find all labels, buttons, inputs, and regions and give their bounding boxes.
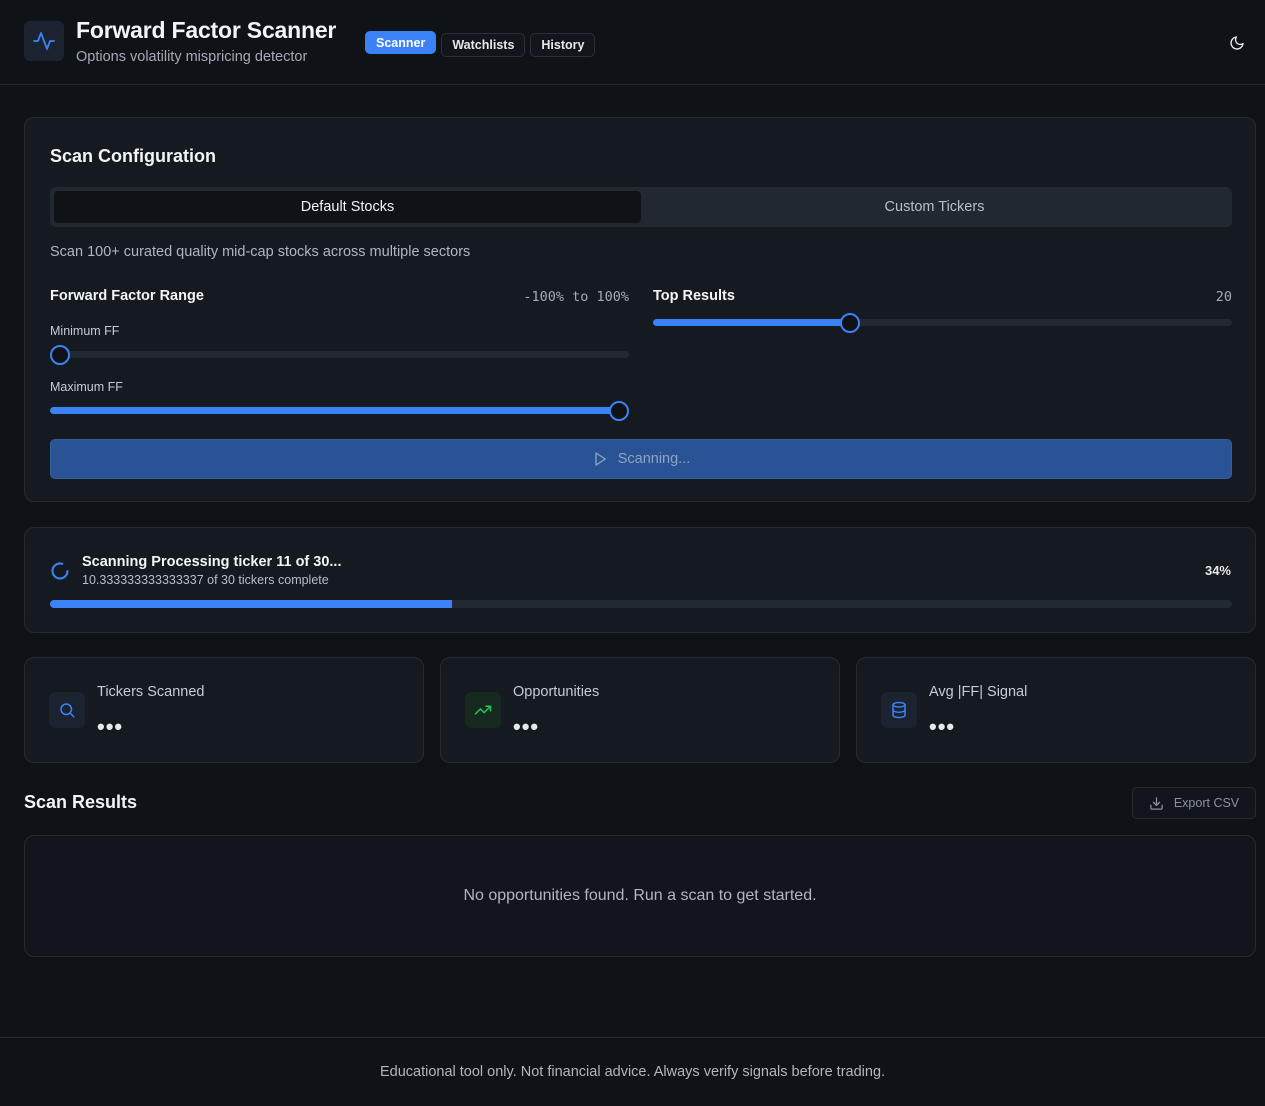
results-title: Scan Results (24, 792, 138, 812)
app-title: Forward Factor Scanner (76, 17, 337, 43)
config-title: Scan Configuration (50, 146, 216, 166)
trending-up-icon (465, 692, 501, 728)
stock-source-tabs: Default Stocks Custom Tickers (50, 187, 1232, 227)
nav-tab-history[interactable]: History (530, 33, 596, 57)
results-panel: No opportunities found. Run a scan to ge… (24, 835, 1256, 957)
top-results-slider[interactable] (653, 312, 1232, 334)
stat-value: ••• (929, 714, 956, 739)
main-nav: Scanner Watchlists History (365, 31, 596, 57)
stat-label: Opportunities (513, 684, 600, 700)
config-description: Scan 100+ curated quality mid-cap stocks… (50, 244, 471, 260)
top-results-label: Top Results (653, 288, 735, 304)
ff-range-label: Forward Factor Range (50, 288, 204, 304)
max-ff-label: Maximum FF (50, 380, 123, 394)
app-header: Forward Factor Scanner Options volatilit… (0, 0, 1265, 85)
slider-fill (653, 319, 850, 326)
tab-default-stocks[interactable]: Default Stocks (54, 191, 641, 223)
search-icon (49, 692, 85, 728)
slider-fill (50, 407, 619, 414)
progress-bar (50, 600, 1232, 608)
stat-label: Avg |FF| Signal (929, 684, 1028, 700)
stat-card-tickers-scanned: Tickers Scanned ••• (24, 657, 424, 763)
scan-button-label: Scanning... (617, 451, 691, 467)
nav-tab-scanner[interactable]: Scanner (365, 31, 437, 54)
max-ff-slider-thumb[interactable] (609, 401, 629, 421)
slider-track (50, 351, 629, 358)
empty-results-message: No opportunities found. Run a scan to ge… (463, 887, 817, 904)
stat-value: ••• (513, 714, 540, 739)
footer-disclaimer: Educational tool only. Not financial adv… (379, 1064, 886, 1080)
scan-button[interactable]: Scanning... (50, 439, 1232, 479)
tab-custom-tickers[interactable]: Custom Tickers (641, 191, 1228, 223)
nav-tab-watchlists[interactable]: Watchlists (441, 33, 526, 57)
progress-fill (50, 600, 452, 608)
scan-configuration-card: Scan Configuration Default Stocks Custom… (24, 117, 1256, 502)
min-ff-slider[interactable] (50, 344, 629, 366)
min-ff-slider-thumb[interactable] (50, 345, 70, 365)
stat-card-opportunities: Opportunities ••• (440, 657, 840, 763)
ff-range-value: -100% to 100% (523, 289, 629, 305)
progress-percent: 34% (1204, 563, 1231, 578)
app-subtitle: Options volatility mispricing detector (76, 49, 308, 65)
footer: Educational tool only. Not financial adv… (0, 1037, 1265, 1106)
min-ff-label: Minimum FF (50, 324, 120, 338)
top-results-slider-thumb[interactable] (840, 313, 860, 333)
spinner-icon (51, 562, 69, 580)
stat-value: ••• (97, 714, 124, 739)
max-ff-slider[interactable] (50, 400, 629, 422)
export-csv-label: Export CSV (1173, 796, 1240, 810)
activity-icon (24, 21, 64, 61)
stat-label: Tickers Scanned (97, 684, 205, 700)
progress-title: Scanning Processing ticker 11 of 30... (82, 554, 342, 570)
top-results-value: 20 (1215, 289, 1232, 305)
theme-toggle-button[interactable] (1226, 32, 1248, 54)
download-icon (1150, 796, 1163, 810)
database-icon (881, 692, 917, 728)
export-csv-button[interactable]: Export CSV (1132, 787, 1256, 819)
scan-progress-card: Scanning Processing ticker 11 of 30... 1… (24, 527, 1256, 633)
moon-icon (1230, 36, 1244, 50)
stat-card-avg-ff-signal: Avg |FF| Signal ••• (856, 657, 1256, 763)
progress-subtitle: 10.333333333333337 of 30 tickers complet… (82, 573, 329, 587)
play-icon (595, 452, 606, 466)
